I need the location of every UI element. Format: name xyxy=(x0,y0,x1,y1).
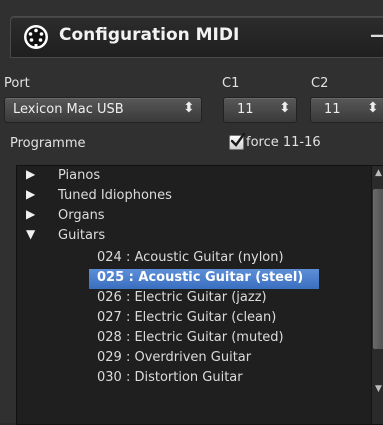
checkmark-icon xyxy=(230,132,246,147)
port-select-value: Lexicon Mac USB xyxy=(13,102,124,117)
c1-stepper[interactable]: 11 ⬍ xyxy=(223,97,297,123)
minimize-button[interactable]: — xyxy=(370,25,383,46)
category-label: Guitars xyxy=(58,228,106,243)
midi-connector-icon xyxy=(24,25,48,49)
list-item[interactable]: 030 : Distortion Guitar xyxy=(89,369,319,389)
category-label: Pianos xyxy=(58,168,101,183)
scroll-down-icon[interactable]: ▼ xyxy=(373,384,383,398)
programme-label: Programme xyxy=(10,136,86,151)
list-item[interactable]: 028 : Electric Guitar (muted) xyxy=(89,329,319,349)
scroll-up-icon[interactable]: ▲ xyxy=(373,168,383,182)
port-select[interactable]: Lexicon Mac USB ⬍ xyxy=(4,97,202,123)
list-item[interactable]: 029 : Overdriven Guitar xyxy=(89,349,319,369)
triangle-right-icon: ▶ xyxy=(26,207,36,221)
list-item[interactable]: 024 : Acoustic Guitar (nylon) xyxy=(89,249,319,269)
list-scrollbar[interactable]: ▲ ▼ xyxy=(371,166,383,424)
midi-config-panel: Configuration MIDI — Port C1 C2 Lexicon … xyxy=(0,0,383,425)
c2-value: 11 xyxy=(324,102,341,117)
c1-value: 11 xyxy=(237,102,254,117)
triangle-right-icon: ▶ xyxy=(26,167,36,181)
force-checkbox[interactable] xyxy=(229,132,246,150)
category-label: Organs xyxy=(58,208,105,223)
port-label: Port xyxy=(4,76,30,91)
updown-arrows-icon: ⬍ xyxy=(279,100,291,116)
triangle-down-icon: ▼ xyxy=(26,227,36,241)
category-guitars[interactable]: ▼ Guitars xyxy=(17,227,371,247)
list-item-selected[interactable]: 025 : Acoustic Guitar (steel) xyxy=(89,269,319,289)
list-item[interactable]: 026 : Electric Guitar (jazz) xyxy=(89,289,319,309)
force-label[interactable]: force 11-16 xyxy=(246,135,321,150)
c2-label: C2 xyxy=(311,76,329,91)
category-pianos[interactable]: ▶ Pianos xyxy=(17,167,371,187)
window-title: Configuration MIDI xyxy=(59,25,240,45)
title-bar: Configuration MIDI — xyxy=(10,16,383,58)
updown-arrows-icon: ⬍ xyxy=(183,100,195,116)
list-item[interactable]: 027 : Electric Guitar (clean) xyxy=(89,309,319,329)
category-tuned-idiophones[interactable]: ▶ Tuned Idiophones xyxy=(17,187,371,207)
c2-stepper[interactable]: 11 ⬍ xyxy=(310,97,383,123)
scrollbar-thumb[interactable] xyxy=(373,189,383,349)
category-label: Tuned Idiophones xyxy=(58,188,172,203)
updown-arrows-icon: ⬍ xyxy=(367,100,379,116)
programme-list[interactable]: ▶ Pianos ▶ Tuned Idiophones ▶ Organs ▼ G… xyxy=(16,165,383,425)
c1-label: C1 xyxy=(222,76,240,91)
triangle-right-icon: ▶ xyxy=(26,187,36,201)
category-organs[interactable]: ▶ Organs xyxy=(17,207,371,227)
